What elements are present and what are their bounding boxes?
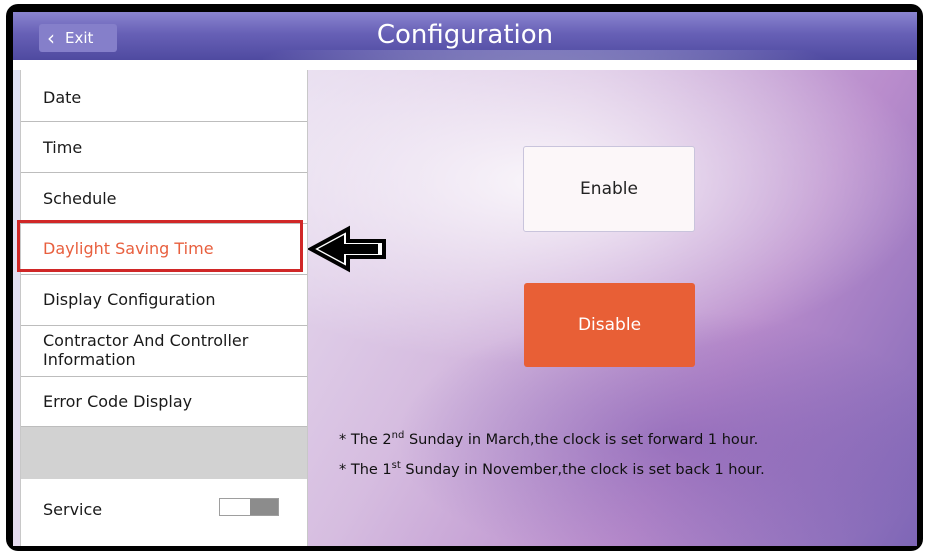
selection-highlight [17,220,303,272]
sidebar-item-label: Display Configuration [43,290,216,309]
toggle-knob [250,499,278,515]
sidebar-item-contractor-info[interactable]: Contractor And Controller Information [21,326,307,377]
disable-button[interactable]: Disable [524,283,695,367]
sidebar-item-schedule[interactable]: Schedule [21,173,307,224]
enable-button[interactable]: Enable [523,146,695,232]
pointer-arrow-icon [308,225,386,273]
sidebar-item-label: Contractor And Controller Information [43,331,249,369]
dst-note-forward: * The 2nd Sunday in March,the clock is s… [339,430,759,448]
content-area: Date Time Schedule Daylight Saving Time … [13,50,917,546]
sidebar-menu: Date Time Schedule Daylight Saving Time … [17,70,308,546]
screen: ‹ Exit Configuration Date Time Schedule … [13,12,917,546]
sidebar-item-date[interactable]: Date [21,70,307,122]
sidebar-item-time[interactable]: Time [21,122,307,173]
sidebar-item-label: Schedule [43,189,117,208]
sidebar-item-error-code-display[interactable]: Error Code Display [21,377,307,427]
sidebar-item-daylight-saving-time[interactable]: Daylight Saving Time [17,220,307,275]
sidebar-item-display-configuration[interactable]: Display Configuration [21,275,307,326]
service-toggle[interactable] [219,498,279,516]
page-title: Configuration [376,20,554,50]
service-row: Service [21,480,307,546]
sidebar-item-label: Error Code Display [43,392,193,411]
sidebar-item-label: Date [43,88,82,107]
service-label: Service [43,500,103,519]
sidebar-item-label: Time [43,138,83,157]
empty-slot [21,427,307,479]
dst-note-back: * The 1st Sunday in November,the clock i… [339,460,765,478]
